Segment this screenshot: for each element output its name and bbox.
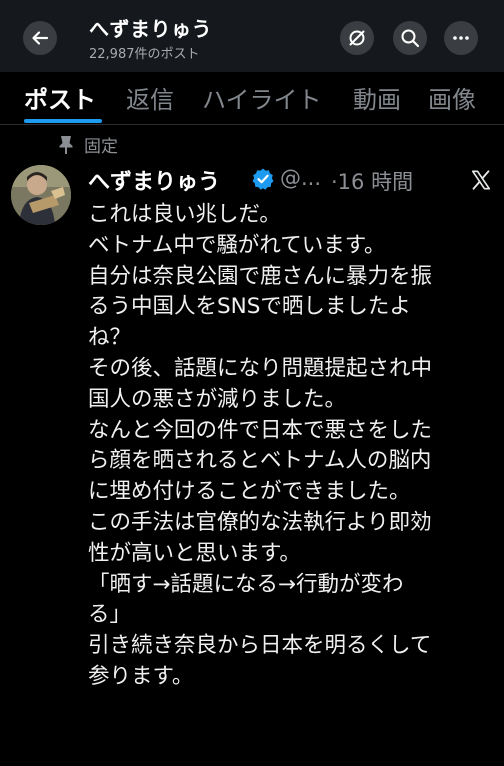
- post-text-line: これは良い兆しだ。: [88, 202, 281, 227]
- more-icon: [453, 36, 469, 40]
- post-time[interactable]: ·16 時間: [331, 166, 413, 196]
- verified-badge-icon: [252, 168, 274, 190]
- filter-icon: [349, 30, 365, 46]
- post-text-line: に埋め付けることができました。: [88, 479, 411, 505]
- search-button[interactable]: [393, 21, 427, 55]
- tab-replies[interactable]: 返信: [126, 80, 174, 115]
- post-text-line: この手法は官僚的な法執行より即効: [88, 509, 432, 535]
- search-icon: [401, 29, 420, 48]
- x-logo-icon: [471, 170, 491, 190]
- post-text-line: るう中国人をSNSで晒しましたよ: [88, 294, 411, 320]
- post-text-line: 参ります。: [88, 663, 194, 689]
- avatar-photo: [11, 165, 71, 225]
- post-text-line: 引き続き奈良から日本を明るくして: [88, 633, 432, 659]
- post-text-line: る」: [88, 602, 132, 628]
- author-name[interactable]: へずまりゅう: [88, 164, 220, 196]
- tab-images[interactable]: 画像: [428, 80, 476, 115]
- avatar[interactable]: [11, 165, 71, 225]
- post-body[interactable]: これは良い兆しだ。ベトナム中で騒がれています。自分は奈良公園で鹿さんに暴力を振る…: [88, 200, 498, 693]
- more-options-button[interactable]: [444, 21, 478, 55]
- post-text-line: ベトナム中で騒がれています。: [88, 232, 386, 258]
- profile-display-name: へずまりゅう: [89, 17, 212, 41]
- pinned-label: 固定: [84, 137, 118, 157]
- profile-tabs: ポスト 返信 ハイライト 動画 画像: [0, 72, 504, 125]
- post-header: へずまりゅう @... ·16 時間: [88, 164, 498, 198]
- back-button[interactable]: [23, 21, 57, 55]
- post-text-line: ね？: [88, 325, 132, 351]
- post-text-line: 自分は奈良公園で鹿さんに暴力を振: [88, 263, 433, 289]
- tab-videos[interactable]: 動画: [353, 80, 401, 115]
- arrow-left-icon: [32, 31, 49, 45]
- post-text-line: なんと今回の件で日本で悪さをした: [88, 417, 433, 443]
- active-tab-indicator: [24, 119, 102, 123]
- filter-button[interactable]: [340, 21, 374, 55]
- pinned-indicator: 固定: [58, 132, 118, 157]
- pin-icon: [59, 135, 73, 154]
- post-text-line: 国人の悪さが減りました。: [88, 386, 347, 412]
- profile-header: へずまりゅう 22,987件のポスト: [0, 0, 504, 72]
- post-count: 22,987件のポスト: [89, 47, 200, 62]
- tab-posts[interactable]: ポスト: [24, 80, 96, 115]
- post-text-line: その後、話題になり問題提起され中: [88, 355, 433, 381]
- author-handle[interactable]: @...: [280, 166, 321, 190]
- tab-highlights[interactable]: ハイライト: [202, 80, 322, 115]
- post-text-line: 性が高いと思います。: [88, 540, 301, 566]
- post-text-line: 「晒す→話題になる→行動が変わ: [88, 571, 404, 597]
- post-text-line: ら顔を晒されるとベトナム人の脳内: [88, 448, 432, 474]
